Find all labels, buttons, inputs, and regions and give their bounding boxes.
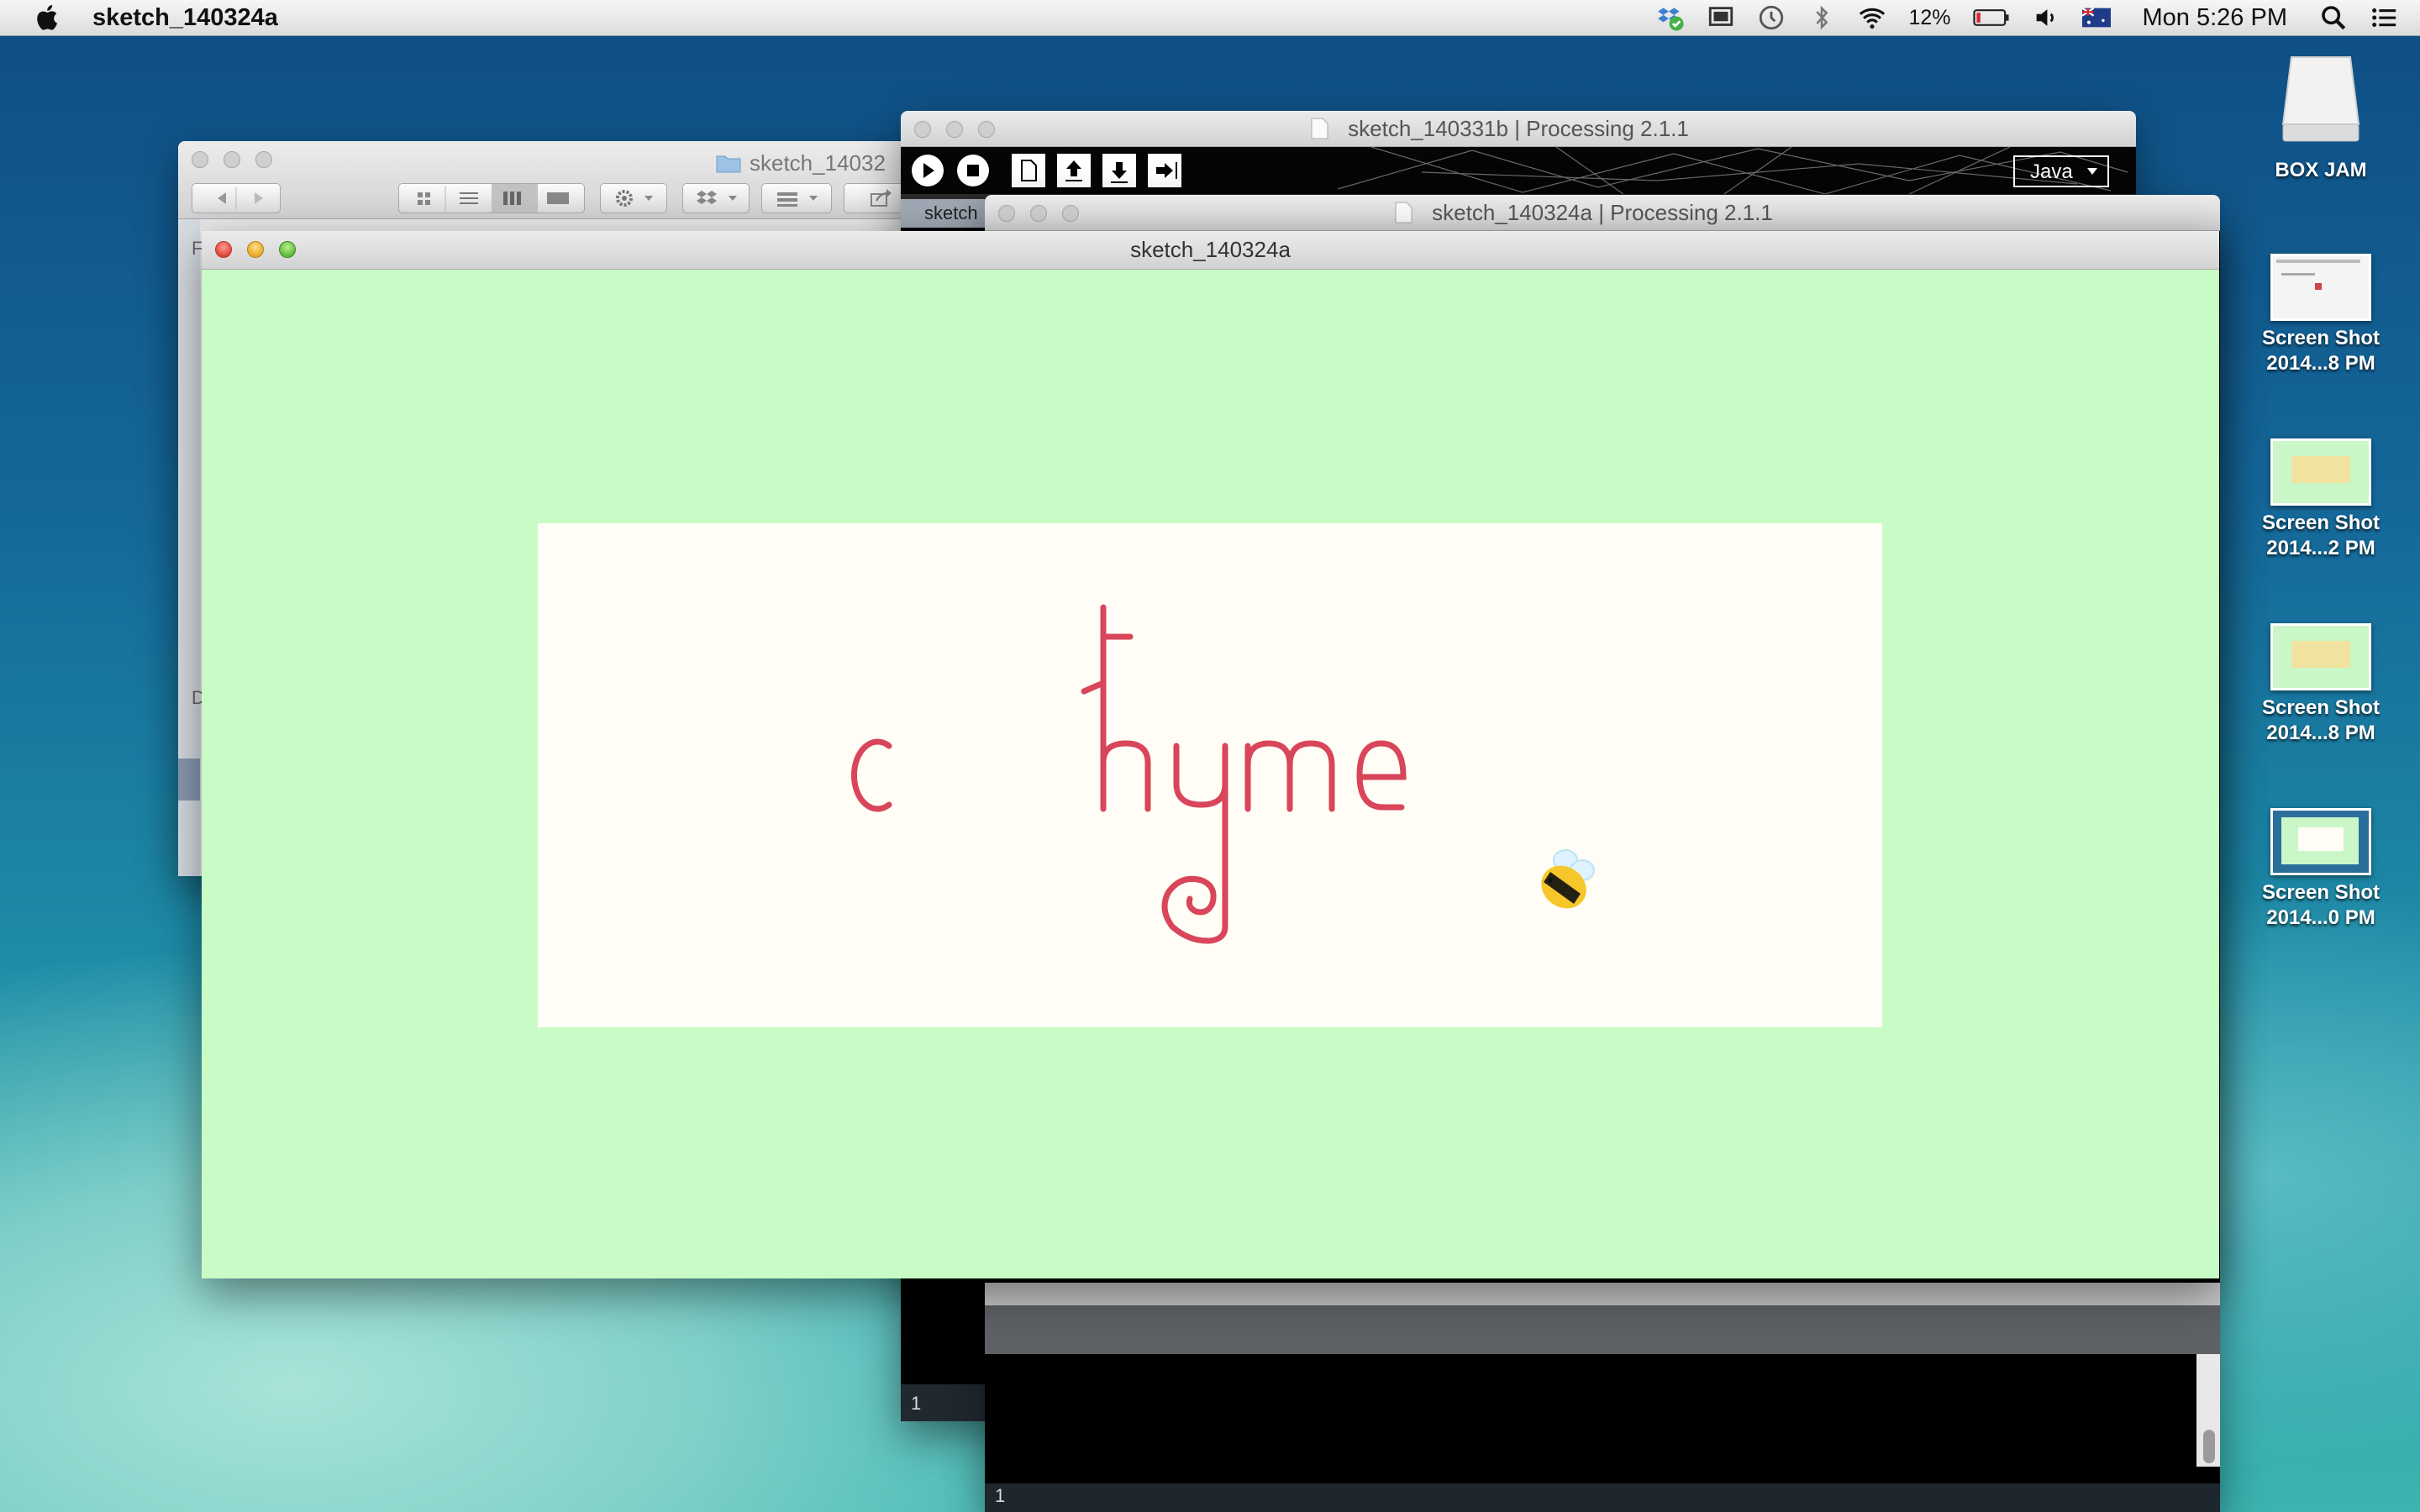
minimize-button[interactable]	[224, 151, 240, 168]
sketch-output-window: sketch_140324a	[202, 231, 2219, 1278]
dropbox-icon	[697, 191, 737, 204]
status-line: 1	[985, 1483, 2220, 1512]
finder-titlebar[interactable]: sketch_14032	[178, 141, 934, 219]
zoom-button[interactable]	[255, 151, 272, 168]
scrollbar-thumb[interactable]	[2203, 1430, 2215, 1463]
status-area: 12% Mon 5:26 PM	[1656, 3, 2398, 32]
processing-toolbar: Java	[901, 147, 2136, 194]
sketch-titlebar[interactable]: sketch_140324a	[202, 231, 2219, 270]
desktop-icon-label: BOX JAM	[2275, 159, 2367, 181]
desktop-icon-box-jam[interactable]: BOX JAM	[2245, 50, 2396, 183]
screenshot-thumbnail	[2270, 623, 2371, 690]
new-sketch-button[interactable]	[1012, 154, 1045, 187]
export-sketch-button[interactable]	[1148, 154, 1181, 187]
zoom-button[interactable]	[978, 121, 995, 138]
document-icon	[1311, 118, 1328, 139]
sketch-window-controls	[215, 241, 296, 258]
battery-percent[interactable]: 12%	[1908, 6, 1950, 30]
processing-title: sketch_140324a | Processing 2.1.1	[1432, 200, 1773, 225]
tab-sketch[interactable]: sketch	[901, 199, 985, 228]
desktop-icon-screenshot-3[interactable]: Screen Shot 2014...8 PM	[2245, 623, 2396, 746]
close-button[interactable]	[215, 241, 232, 258]
screenshot-thumbnail	[2270, 438, 2371, 506]
line-number: 1	[995, 1485, 1006, 1506]
bluetooth-icon[interactable]	[1807, 3, 1836, 32]
back-forward-buttons[interactable]	[192, 183, 281, 213]
close-button[interactable]	[998, 205, 1015, 222]
stop-button[interactable]	[956, 154, 990, 187]
message-area	[985, 1305, 2220, 1354]
desktop-icon-screenshot-4[interactable]: Screen Shot 2014...0 PM	[2245, 808, 2396, 931]
notification-center-icon[interactable]	[2370, 3, 2398, 32]
bee-icon	[1541, 849, 1595, 909]
desktop-icon-label: Screen Shot 2014...8 PM	[2261, 327, 2381, 375]
zoom-button[interactable]	[279, 241, 296, 258]
close-button[interactable]	[192, 151, 208, 168]
processing-window-controls	[914, 121, 995, 138]
mode-label: Java	[2030, 160, 2073, 183]
gear-icon	[616, 190, 653, 207]
view-mode-buttons[interactable]	[398, 183, 585, 213]
minimize-button[interactable]	[1030, 205, 1047, 222]
processing-titlebar[interactable]: sketch_140324a | Processing 2.1.1	[985, 195, 2220, 231]
screenshot-thumbnail	[2270, 808, 2371, 875]
finder-window-controls	[192, 151, 272, 168]
open-sketch-button[interactable]	[1057, 154, 1091, 187]
chyme-logo	[850, 604, 1407, 944]
drive-icon	[2281, 56, 2360, 142]
arrange-icon	[777, 192, 818, 207]
chevron-down-icon	[2087, 168, 2097, 175]
processing-title: sketch_140331b | Processing 2.1.1	[1348, 116, 1689, 141]
zoom-button[interactable]	[1062, 205, 1079, 222]
input-source-flag-icon[interactable]	[2081, 3, 2111, 32]
menu-bar: sketch_140324a 12% Mon 5:26 PM	[0, 0, 2420, 36]
volume-icon[interactable]	[2032, 3, 2060, 32]
close-button[interactable]	[914, 121, 931, 138]
apple-menu-icon[interactable]	[32, 2, 64, 34]
arrange-button[interactable]	[761, 183, 832, 213]
desktop-icon-label: Screen Shot 2014...8 PM	[2261, 696, 2381, 744]
display-mirroring-icon[interactable]	[1707, 3, 1735, 32]
console-output[interactable]	[985, 1354, 2196, 1467]
spotlight-search-icon[interactable]	[2319, 3, 2348, 32]
finder-title-text: sketch_14032	[750, 150, 886, 176]
finder-title: sketch_14032	[716, 145, 886, 181]
desktop-icon-label: Screen Shot 2014...2 PM	[2261, 512, 2381, 559]
line-number: 1	[911, 1393, 922, 1414]
sketch-canvas[interactable]	[538, 523, 1882, 1027]
run-button[interactable]	[911, 154, 944, 187]
desktop: sketch_140324a 12% Mon 5:26 PM sketch_14…	[0, 0, 2420, 1512]
menubar-clock[interactable]: Mon 5:26 PM	[2143, 4, 2287, 32]
minimize-button[interactable]	[946, 121, 963, 138]
battery-icon[interactable]	[1972, 3, 2010, 32]
folder-icon	[716, 155, 741, 173]
desktop-icon-screenshot-1[interactable]: Screen Shot 2014...8 PM	[2245, 254, 2396, 376]
sketch-title: sketch_140324a	[1130, 237, 1291, 262]
processing-window-controls	[998, 205, 1079, 222]
dropbox-sync-icon[interactable]	[1656, 3, 1685, 32]
finder-sidebar-selection[interactable]	[178, 759, 200, 801]
save-sketch-button[interactable]	[1102, 154, 1136, 187]
minimize-button[interactable]	[247, 241, 264, 258]
active-app-name[interactable]: sketch_140324a	[92, 4, 278, 32]
wifi-icon[interactable]	[1858, 3, 1886, 32]
screenshot-thumbnail	[2270, 254, 2371, 321]
document-icon	[1395, 202, 1413, 223]
desktop-icon-label: Screen Shot 2014...0 PM	[2261, 881, 2381, 929]
time-machine-icon[interactable]	[1757, 3, 1786, 32]
processing-titlebar[interactable]: sketch_140331b | Processing 2.1.1	[901, 111, 2136, 147]
mode-selector[interactable]: Java	[2013, 155, 2109, 187]
dropbox-menu-button[interactable]	[682, 183, 750, 213]
action-gear-button[interactable]	[600, 183, 667, 213]
desktop-icon-screenshot-2[interactable]: Screen Shot 2014...2 PM	[2245, 438, 2396, 561]
